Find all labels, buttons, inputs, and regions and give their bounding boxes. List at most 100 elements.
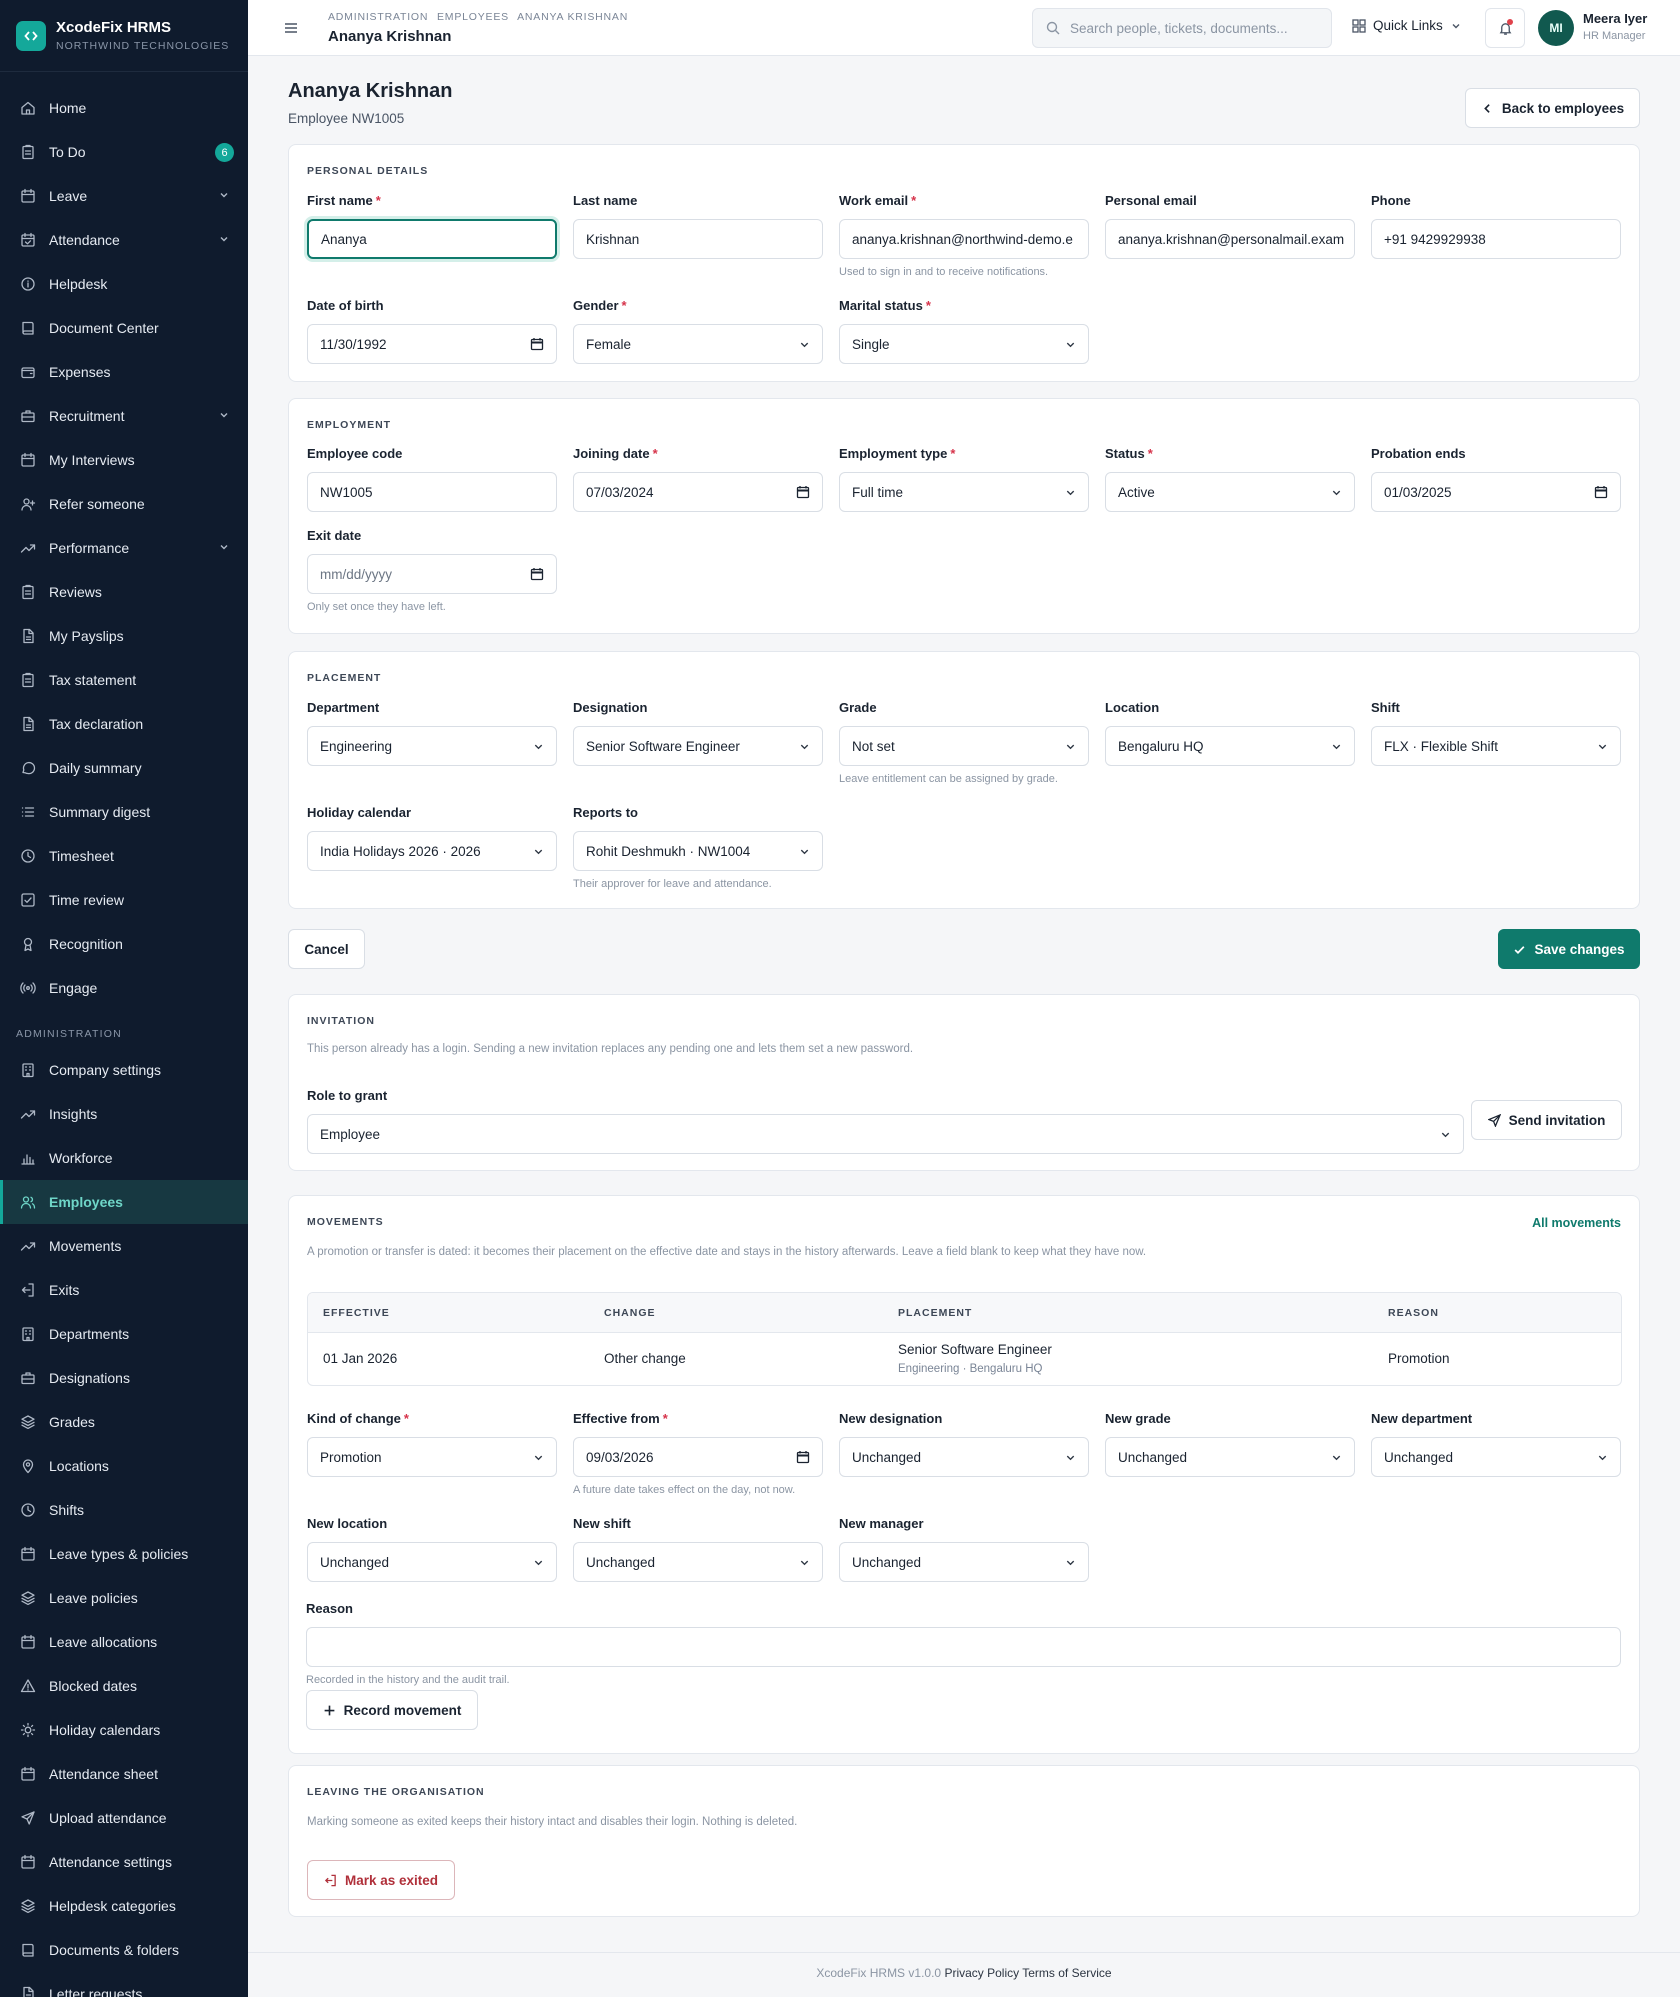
role-select[interactable]: Employee <box>307 1114 1464 1154</box>
grade-select[interactable]: Not set <box>839 726 1089 766</box>
sidebar-item-my-interviews[interactable]: My Interviews <box>0 438 248 482</box>
save-changes-button[interactable]: Save changes <box>1498 929 1640 969</box>
sidebar-item-timesheet[interactable]: Timesheet <box>0 834 248 878</box>
sidebar-item-leave-policies[interactable]: Leave policies <box>0 1576 248 1620</box>
sidebar-item-home[interactable]: Home <box>0 86 248 130</box>
sidebar-item-departments[interactable]: Departments <box>0 1312 248 1356</box>
sidebar-item-attendance[interactable]: Attendance <box>0 218 248 262</box>
effective-from-input[interactable]: 09/03/2026 <box>573 1437 823 1477</box>
terms-link[interactable]: Terms of Service <box>1022 1966 1111 1980</box>
sidebar-item-recognition[interactable]: Recognition <box>0 922 248 966</box>
sidebar-item-attendance-sheet[interactable]: Attendance sheet <box>0 1752 248 1796</box>
work-email-input[interactable]: ananya.krishnan@northwind-demo.e <box>839 219 1089 259</box>
personal-email-input[interactable]: ananya.krishnan@personalmail.exam <box>1105 219 1355 259</box>
new-shift-select[interactable]: Unchanged <box>573 1542 823 1582</box>
notifications-button[interactable] <box>1485 8 1525 48</box>
marital-status-select[interactable]: Single <box>839 324 1089 364</box>
layers-icon <box>20 1590 36 1606</box>
sidebar-item-letter-requests[interactable]: Letter requests <box>0 1972 248 1997</box>
cancel-button[interactable]: Cancel <box>288 929 365 969</box>
sidebar-item-leave[interactable]: Leave <box>0 174 248 218</box>
employment-type-select[interactable]: Full time <box>839 472 1089 512</box>
breadcrumb-item[interactable]: EMPLOYEES <box>437 11 509 23</box>
sidebar-item-upload-attendance[interactable]: Upload attendance <box>0 1796 248 1840</box>
sidebar-item-blocked-dates[interactable]: Blocked dates <box>0 1664 248 1708</box>
phone-input[interactable]: +91 9429929938 <box>1371 219 1621 259</box>
sidebar-item-tax-statement[interactable]: Tax statement <box>0 658 248 702</box>
all-movements-link[interactable]: All movements <box>1532 1216 1621 1230</box>
new-manager-select[interactable]: Unchanged <box>839 1542 1089 1582</box>
breadcrumb-item[interactable]: ADMINISTRATION <box>328 11 428 23</box>
sidebar-item-performance[interactable]: Performance <box>0 526 248 570</box>
sidebar-item-tax-declaration[interactable]: Tax declaration <box>0 702 248 746</box>
mark-as-exited-button[interactable]: Mark as exited <box>307 1860 455 1900</box>
send-invitation-button[interactable]: Send invitation <box>1471 1100 1622 1140</box>
sidebar-item-summary-digest[interactable]: Summary digest <box>0 790 248 834</box>
gender-select[interactable]: Female <box>573 324 823 364</box>
calendar-icon[interactable] <box>796 1450 810 1464</box>
sidebar-item-time-review[interactable]: Time review <box>0 878 248 922</box>
sidebar-item-to-do[interactable]: To Do 6 <box>0 130 248 174</box>
quick-links-button[interactable]: Quick Links <box>1352 18 1461 33</box>
menu-icon[interactable] <box>283 20 299 36</box>
sidebar-item-exits[interactable]: Exits <box>0 1268 248 1312</box>
sidebar-item-label: Shifts <box>49 1502 85 1518</box>
joining-date-input[interactable]: 07/03/2024 <box>573 472 823 512</box>
sidebar-item-locations[interactable]: Locations <box>0 1444 248 1488</box>
sidebar-item-refer-someone[interactable]: Refer someone <box>0 482 248 526</box>
sidebar-item-insights[interactable]: Insights <box>0 1092 248 1136</box>
sidebar-item-my-payslips[interactable]: My Payslips <box>0 614 248 658</box>
sidebar-item-document-center[interactable]: Document Center <box>0 306 248 350</box>
sidebar-item-daily-summary[interactable]: Daily summary <box>0 746 248 790</box>
sidebar-item-attendance-settings[interactable]: Attendance settings <box>0 1840 248 1884</box>
sidebar-item-leave-types-policies[interactable]: Leave types & policies <box>0 1532 248 1576</box>
new-location-select[interactable]: Unchanged <box>307 1542 557 1582</box>
sidebar-item-recruitment[interactable]: Recruitment <box>0 394 248 438</box>
status-select[interactable]: Active <box>1105 472 1355 512</box>
new-grade-select[interactable]: Unchanged <box>1105 1437 1355 1477</box>
employee-code-input[interactable]: NW1005 <box>307 472 557 512</box>
dob-input[interactable]: 11/30/1992 <box>307 324 557 364</box>
sidebar-item-reviews[interactable]: Reviews <box>0 570 248 614</box>
sidebar-item-employees[interactable]: Employees <box>0 1180 248 1224</box>
sidebar-item-grades[interactable]: Grades <box>0 1400 248 1444</box>
shift-select[interactable]: FLX · Flexible Shift <box>1371 726 1621 766</box>
reason-input[interactable] <box>306 1627 1621 1667</box>
avatar[interactable]: MI <box>1538 10 1574 46</box>
holiday-calendar-select[interactable]: India Holidays 2026 · 2026 <box>307 831 557 871</box>
required-marker: * <box>911 193 917 208</box>
search-input[interactable]: Search people, tickets, documents... <box>1032 8 1332 48</box>
sidebar-item-movements[interactable]: Movements <box>0 1224 248 1268</box>
sidebar-item-workforce[interactable]: Workforce <box>0 1136 248 1180</box>
sidebar-item-company-settings[interactable]: Company settings <box>0 1048 248 1092</box>
first-name-input[interactable]: Ananya <box>307 219 557 259</box>
calendar-icon[interactable] <box>1594 485 1608 499</box>
privacy-link[interactable]: Privacy Policy <box>944 1966 1019 1980</box>
sidebar-item-designations[interactable]: Designations <box>0 1356 248 1400</box>
calendar-icon[interactable] <box>530 567 544 581</box>
last-name-input[interactable]: Krishnan <box>573 219 823 259</box>
brand[interactable]: XcodeFix HRMS NORTHWIND TECHNOLOGIES <box>0 0 248 72</box>
reports-to-select[interactable]: Rohit Deshmukh · NW1004 <box>573 831 823 871</box>
sidebar-item-engage[interactable]: Engage <box>0 966 248 1010</box>
exit-date-input[interactable]: mm/dd/yyyy <box>307 554 557 594</box>
employment-card: EMPLOYMENT Employee code NW1005 Joining … <box>288 398 1640 634</box>
sidebar-item-expenses[interactable]: Expenses <box>0 350 248 394</box>
calendar-icon[interactable] <box>796 485 810 499</box>
designation-select[interactable]: Senior Software Engineer <box>573 726 823 766</box>
sidebar-item-holiday-calendars[interactable]: Holiday calendars <box>0 1708 248 1752</box>
back-to-employees-button[interactable]: Back to employees <box>1465 88 1640 128</box>
sidebar-item-helpdesk-categories[interactable]: Helpdesk categories <box>0 1884 248 1928</box>
location-select[interactable]: Bengaluru HQ <box>1105 726 1355 766</box>
sidebar-item-leave-allocations[interactable]: Leave allocations <box>0 1620 248 1664</box>
department-select[interactable]: Engineering <box>307 726 557 766</box>
new-designation-select[interactable]: Unchanged <box>839 1437 1089 1477</box>
sidebar-item-helpdesk[interactable]: Helpdesk <box>0 262 248 306</box>
sidebar-item-shifts[interactable]: Shifts <box>0 1488 248 1532</box>
new-department-select[interactable]: Unchanged <box>1371 1437 1621 1477</box>
kind-of-change-select[interactable]: Promotion <box>307 1437 557 1477</box>
sidebar-item-documents-folders[interactable]: Documents & folders <box>0 1928 248 1972</box>
record-movement-button[interactable]: Record movement <box>306 1690 478 1730</box>
calendar-icon[interactable] <box>530 337 544 351</box>
probation-input[interactable]: 01/03/2025 <box>1371 472 1621 512</box>
